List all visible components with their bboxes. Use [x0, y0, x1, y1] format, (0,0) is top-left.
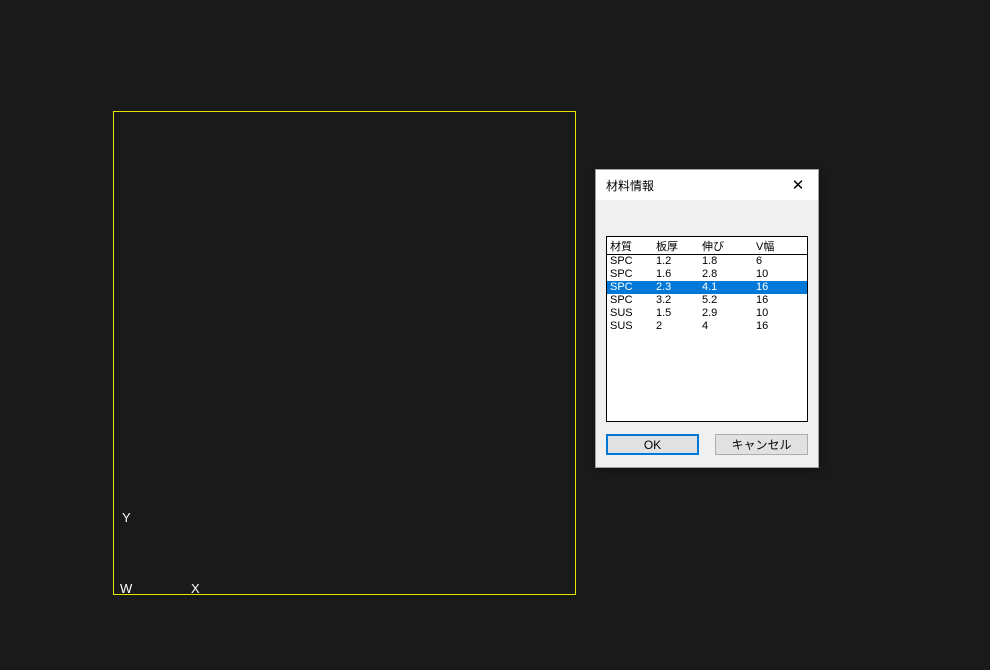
table-cell: 16	[753, 320, 807, 333]
table-cell: 5.2	[699, 294, 753, 307]
table-cell: 16	[753, 281, 807, 294]
header-elongation[interactable]: 伸び	[699, 237, 753, 255]
table-cell: 1.2	[653, 255, 699, 269]
table-cell: SPC	[607, 255, 653, 269]
table-cell: 2.3	[653, 281, 699, 294]
axis-x-label: X	[191, 581, 200, 596]
table-row[interactable]: SUS2416	[607, 320, 807, 333]
header-thickness[interactable]: 板厚	[653, 237, 699, 255]
drawing-viewport[interactable]	[113, 111, 576, 595]
close-button[interactable]: ✕	[778, 170, 818, 200]
table-cell: SUS	[607, 320, 653, 333]
table-cell: 1.6	[653, 268, 699, 281]
table-row[interactable]: SUS1.52.910	[607, 307, 807, 320]
table-cell: SUS	[607, 307, 653, 320]
dialog-titlebar[interactable]: 材料情報 ✕	[596, 170, 818, 200]
dialog-footer: OK キャンセル	[596, 434, 818, 467]
table-cell: SPC	[607, 294, 653, 307]
table-header-row: 材質 板厚 伸び V幅	[607, 237, 807, 255]
table-cell: 2	[653, 320, 699, 333]
material-table-container: 材質 板厚 伸び V幅 SPC1.21.86SPC1.62.810SPC2.34…	[606, 236, 808, 422]
table-cell: 6	[753, 255, 807, 269]
table-cell: 4	[699, 320, 753, 333]
material-table[interactable]: 材質 板厚 伸び V幅 SPC1.21.86SPC1.62.810SPC2.34…	[607, 237, 807, 333]
table-cell: SPC	[607, 268, 653, 281]
material-info-dialog: 材料情報 ✕ 材質 板厚 伸び V幅 SPC1.21.86SPC1.62.810…	[595, 169, 819, 468]
table-cell: 1.5	[653, 307, 699, 320]
table-row[interactable]: SPC2.34.116	[607, 281, 807, 294]
table-cell: 10	[753, 307, 807, 320]
table-cell: 10	[753, 268, 807, 281]
table-cell: 16	[753, 294, 807, 307]
table-cell: 3.2	[653, 294, 699, 307]
table-cell: 2.9	[699, 307, 753, 320]
header-material[interactable]: 材質	[607, 237, 653, 255]
table-row[interactable]: SPC3.25.216	[607, 294, 807, 307]
ok-button[interactable]: OK	[606, 434, 699, 455]
dialog-body: 材質 板厚 伸び V幅 SPC1.21.86SPC1.62.810SPC2.34…	[596, 200, 818, 434]
table-cell: 4.1	[699, 281, 753, 294]
table-row[interactable]: SPC1.21.86	[607, 255, 807, 269]
table-cell: 1.8	[699, 255, 753, 269]
axis-y-label: Y	[122, 510, 131, 525]
table-cell: SPC	[607, 281, 653, 294]
axis-w-label: W	[120, 581, 132, 596]
table-cell: 2.8	[699, 268, 753, 281]
cancel-button[interactable]: キャンセル	[715, 434, 808, 455]
header-vwidth[interactable]: V幅	[753, 237, 807, 255]
dialog-title: 材料情報	[606, 177, 654, 194]
table-row[interactable]: SPC1.62.810	[607, 268, 807, 281]
